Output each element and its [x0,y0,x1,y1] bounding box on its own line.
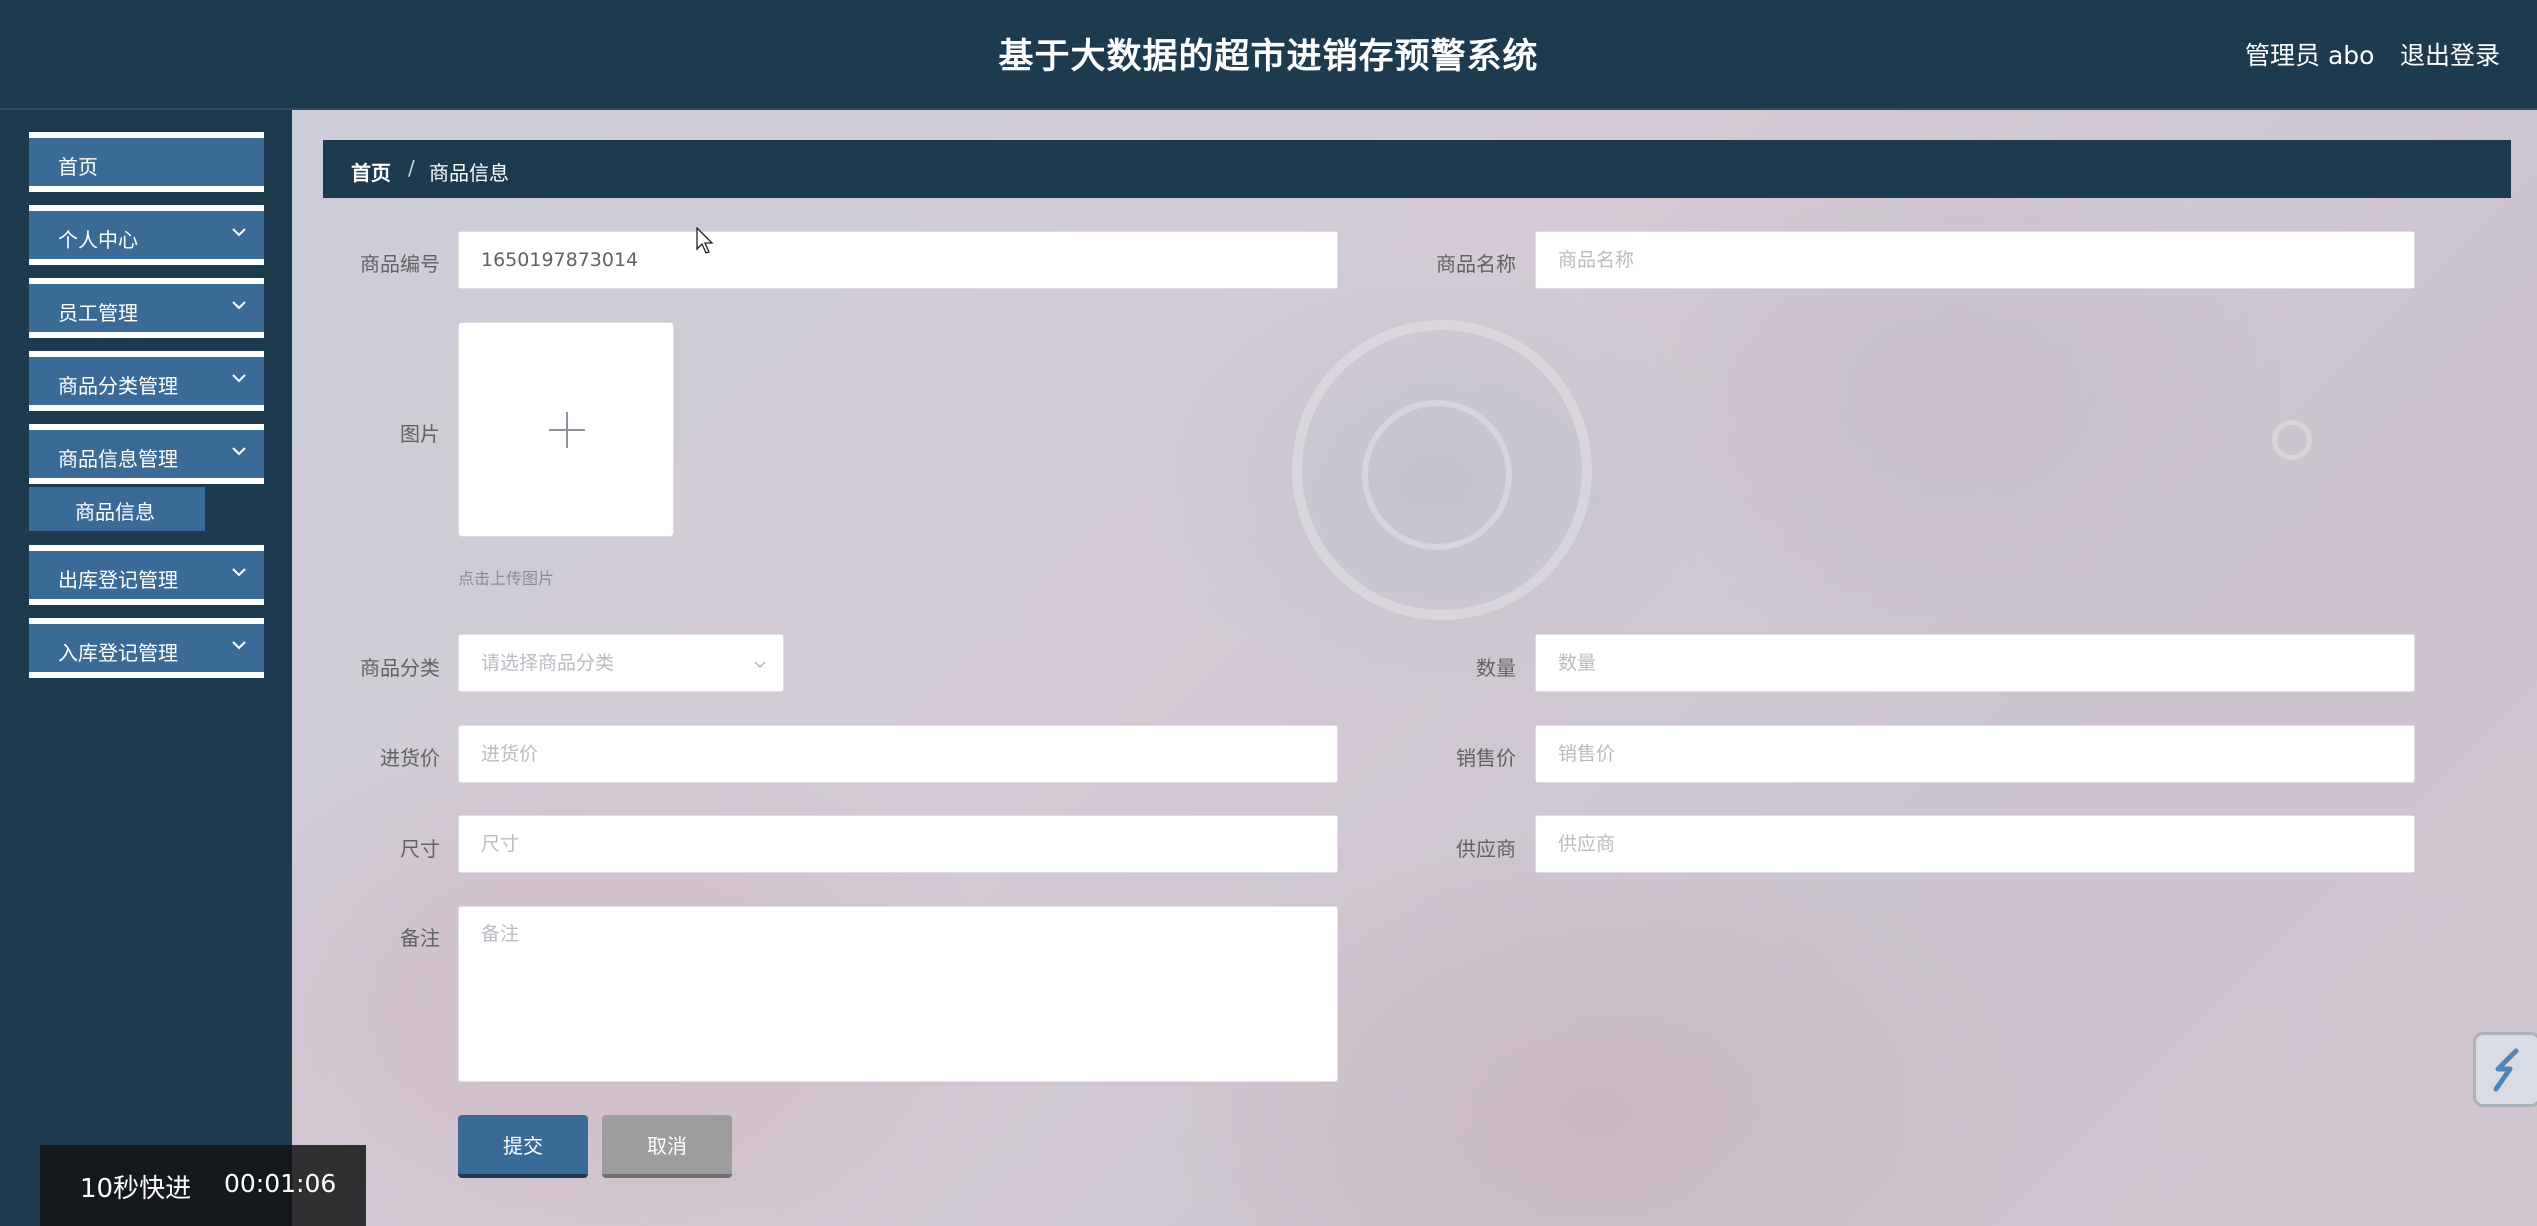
remark-textarea[interactable]: 备注 [458,906,1338,1082]
label-image: 图片 [400,422,440,446]
supplier-input[interactable]: 供应商 [1535,815,2415,873]
label-category: 商品分类 [360,656,440,680]
chevron-down-icon [232,301,246,310]
upload-tip: 点击上传图片 [458,569,555,588]
sidebar-item-personal-center[interactable]: 个人中心 [29,205,264,265]
label-supplier: 供应商 [1456,837,1516,861]
purchase-price-input[interactable]: 进货价 [458,725,1338,783]
chevron-down-icon [232,447,246,456]
sidebar-item-label: 个人中心 [58,228,138,252]
sidebar-item-inbound[interactable]: 入库登记管理 [29,618,264,678]
breadcrumb: 首页 / 商品信息 [323,140,2511,198]
sidebar: 首页 个人中心 员工管理 商品分类管理 商品信息管理 商品信息 出库登记管理 入… [0,110,292,1226]
sale-price-input[interactable]: 销售价 [1535,725,2415,783]
sidebar-item-label: 入库登记管理 [58,641,178,665]
playback-time: 00:01:06 [224,1169,337,1198]
sidebar-subitem-label: 商品信息 [75,500,155,524]
mouse-cursor-icon [696,227,714,254]
sidebar-item-label: 出库登记管理 [58,568,178,592]
fast-forward-button[interactable]: 10秒快进 [80,1168,191,1205]
plus-icon [549,412,585,448]
cancel-button[interactable]: 取消 [602,1115,732,1178]
lightning-icon [2493,1048,2519,1092]
quantity-input[interactable]: 数量 [1535,634,2415,692]
video-playback-bar: 10秒快进 00:01:06 [40,1145,366,1226]
product-code-input[interactable]: 1650197873014 [458,231,1338,289]
header-bar: 基于大数据的超市进销存预警系统 管理员 abo 退出登录 [0,0,2537,110]
chevron-down-icon [232,374,246,383]
sidebar-item-outbound[interactable]: 出库登记管理 [29,545,264,605]
logout-link[interactable]: 退出登录 [2400,36,2500,72]
label-size: 尺寸 [400,837,440,861]
chevron-down-icon [232,641,246,650]
category-select-placeholder: 请选择商品分类 [481,652,615,674]
label-product-name: 商品名称 [1436,252,1516,276]
chevron-down-icon [232,568,246,577]
submit-button[interactable]: 提交 [458,1115,588,1178]
chevron-down-icon [232,228,246,237]
label-product-code: 商品编号 [360,252,440,276]
current-user: 管理员 abo [2245,41,2375,70]
app-title: 基于大数据的超市进销存预警系统 [998,37,1539,77]
label-purchase-price: 进货价 [380,746,440,770]
sidebar-item-label: 商品分类管理 [58,374,178,398]
sidebar-item-label: 商品信息管理 [58,447,178,471]
label-sale-price: 销售价 [1456,746,1516,770]
floating-tool-button[interactable] [2473,1032,2537,1107]
breadcrumb-current: 商品信息 [429,161,509,185]
category-select[interactable]: 请选择商品分类 [458,634,784,692]
sidebar-item-home[interactable]: 首页 [29,132,264,192]
sidebar-item-category[interactable]: 商品分类管理 [29,351,264,411]
sidebar-item-product-info[interactable]: 商品信息管理 [29,424,264,484]
label-remark: 备注 [400,926,440,950]
breadcrumb-separator: / [408,156,415,180]
sidebar-item-label: 首页 [58,155,98,179]
product-name-input[interactable]: 商品名称 [1535,231,2415,289]
chevron-down-icon [754,661,766,669]
breadcrumb-home[interactable]: 首页 [351,157,391,186]
sidebar-subitem-product-info[interactable]: 商品信息 [29,487,205,531]
sidebar-item-label: 员工管理 [58,301,138,325]
sidebar-item-staff[interactable]: 员工管理 [29,278,264,338]
image-upload-area[interactable] [458,322,674,537]
size-input[interactable]: 尺寸 [458,815,1338,873]
label-quantity: 数量 [1476,656,1516,680]
